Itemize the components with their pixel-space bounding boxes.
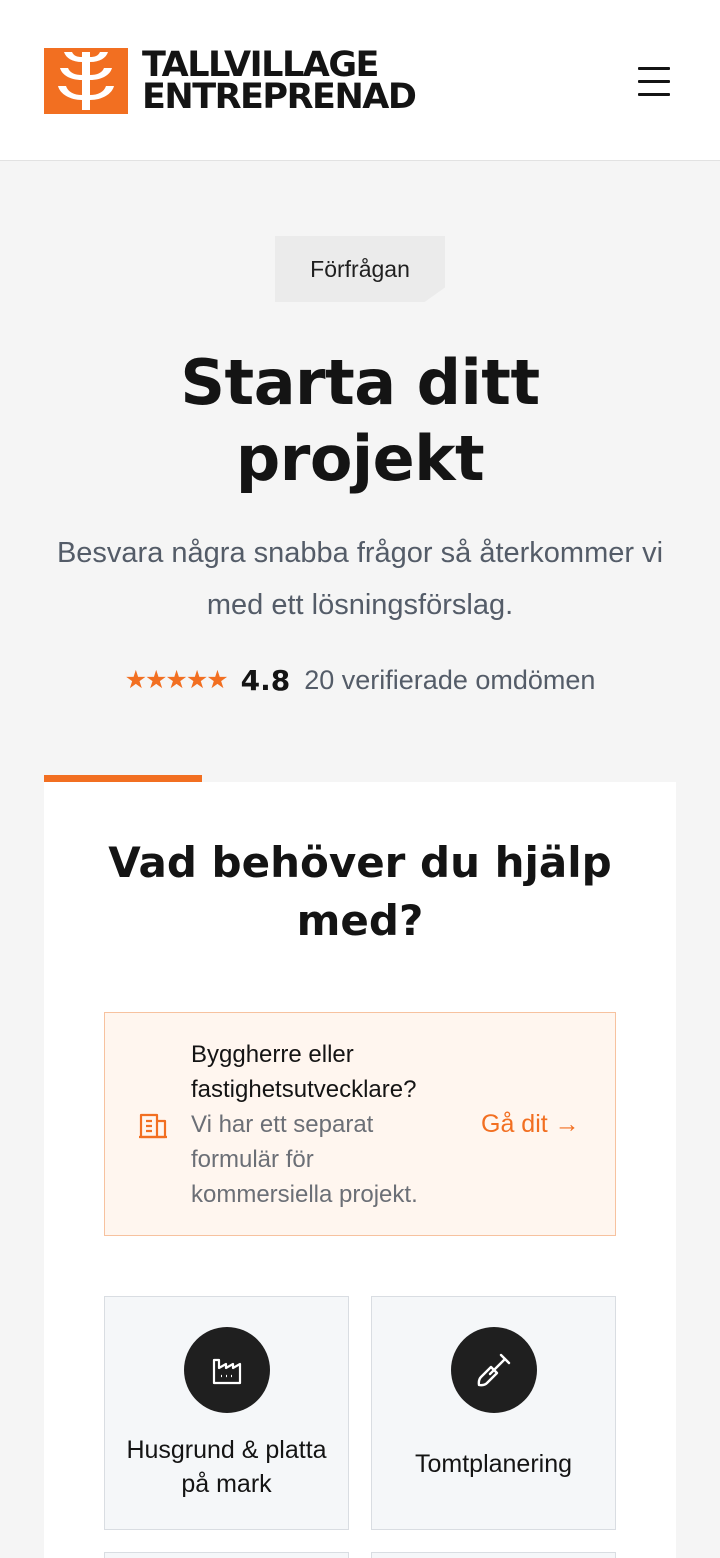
rating-score: 4.8 (240, 663, 291, 697)
question-title: Vad behöver du hjälp med? (108, 838, 612, 945)
option-card[interactable] (104, 1552, 349, 1558)
option-label: Tomtplanering (414, 1450, 573, 1478)
logo-wordmark: TALLVILLAGE ENTREPRENAD (142, 48, 417, 117)
commercial-notice: Byggherre eller fastighetsutvecklare? Vi… (104, 1012, 616, 1236)
option-card[interactable] (371, 1552, 616, 1558)
star-rating-icon: ★★★★★ (124, 666, 229, 694)
option-tomtplanering[interactable]: Tomtplanering (371, 1296, 616, 1530)
logo[interactable]: TALLVILLAGE ENTREPRENAD (44, 48, 417, 117)
option-label: Husgrund & platta på mark (126, 1436, 327, 1498)
tree-logo-icon (44, 48, 128, 114)
notice-body: Vi har ett separat formulär för kommersi… (191, 1111, 418, 1208)
form-progress (44, 775, 676, 782)
hamburger-menu-icon[interactable] (630, 62, 676, 102)
progress-fill (44, 775, 202, 782)
rating-summary: ★★★★★ 4.8 20 verifierade omdömen (0, 658, 720, 702)
shovel-icon (451, 1327, 537, 1413)
logo-line-2: ENTREPRENAD (142, 77, 417, 117)
factory-icon (184, 1327, 270, 1413)
notice-title: Byggherre eller fastighetsutvecklare? (191, 1041, 417, 1103)
building-icon (137, 1109, 169, 1141)
page-subtitle: Besvara några snabba frågor så återkomme… (56, 537, 664, 621)
page-title: Starta ditt projekt (180, 346, 540, 495)
section-chip: Förfrågan (275, 236, 445, 302)
review-count: 20 verifierade omdömen (304, 664, 596, 695)
site-header: TALLVILLAGE ENTREPRENAD (0, 0, 720, 161)
option-husgrund[interactable]: Husgrund & platta på mark (104, 1296, 349, 1530)
go-to-commercial-link[interactable]: Gå dit → (481, 1107, 580, 1142)
form-card: Vad behöver du hjälp med? Byggherre elle… (44, 782, 676, 1558)
